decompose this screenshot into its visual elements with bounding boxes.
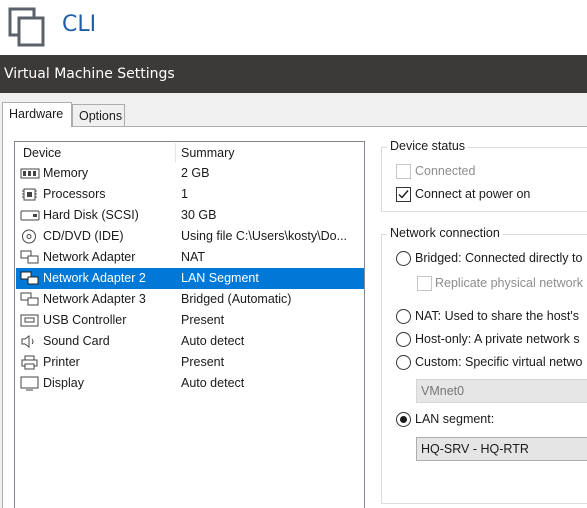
processor-icon [22,188,37,201]
device-row-hard-disk[interactable]: Hard Disk (SCSI) 30 GB [16,205,364,226]
cd-dvd-icon [22,229,36,244]
usb-icon [20,314,39,327]
device-name: Processors [43,187,106,201]
network-adapter-icon [20,271,39,285]
device-name: Hard Disk (SCSI) [43,208,139,222]
lan-segment-select[interactable]: HQ-SRV - HQ-RTR [416,437,587,461]
network-adapter-icon [20,250,39,264]
device-status-title: Device status [387,139,469,153]
device-summary: Bridged (Automatic) [181,292,292,306]
memory-icon [20,168,40,179]
device-name: Network Adapter [43,250,136,264]
device-row-network-adapter[interactable]: Network Adapter NAT [16,247,364,268]
device-summary: Using file C:\Users\kosty\Do... [181,229,348,243]
device-row-network-adapter-3[interactable]: Network Adapter 3 Bridged (Automatic) [16,289,364,310]
custom-radio[interactable] [396,355,411,370]
host-only-label: Host-only: A private network s [415,332,580,346]
device-summary: Auto detect [181,376,245,390]
device-name: CD/DVD (IDE) [43,229,124,243]
device-name: USB Controller [43,313,127,327]
device-summary: Auto detect [181,334,245,348]
device-row-printer[interactable]: Printer Present [16,352,364,373]
device-summary: LAN Segment [181,271,259,285]
device-status-group: Device status Connected Connect at power… [381,139,587,212]
app-title: CLI [62,12,97,37]
lan-segment-label: LAN segment: [415,412,495,426]
device-name: Network Adapter 2 [43,271,146,285]
device-name: Display [43,376,84,390]
device-name: Printer [43,355,80,369]
display-icon [20,376,39,391]
nat-radio[interactable] [396,309,411,324]
settings-window-body: Hardware Options Device Summary Memory 2… [0,93,587,508]
connected-checkbox[interactable] [396,164,411,179]
radio-selected-dot [400,416,407,423]
column-divider [175,143,176,162]
connect-at-power-on-label: Connect at power on [415,187,531,201]
device-name: Memory [43,166,89,180]
window-title: Virtual Machine Settings [4,66,175,82]
custom-network-select[interactable]: VMnet0 [416,379,587,403]
device-name: Sound Card [43,334,110,348]
device-row-display[interactable]: Display Auto detect [16,373,364,394]
device-summary: Present [181,355,225,369]
device-summary: 2 GB [181,166,210,180]
device-row-cd-dvd[interactable]: CD/DVD (IDE) Using file C:\Users\kosty\D… [16,226,364,247]
app-header: CLI [0,0,587,55]
connected-label: Connected [415,164,476,178]
replicate-physical-label: Replicate physical network [435,276,583,290]
custom-label: Custom: Specific virtual netwo [415,355,583,369]
printer-icon [21,355,38,370]
device-name: Network Adapter 3 [43,292,146,306]
tab-options[interactable]: Options [72,104,125,126]
lan-segment-radio[interactable] [396,412,411,427]
device-summary: Present [181,313,225,327]
device-row-usb-controller[interactable]: USB Controller Present [16,310,364,331]
bridged-label: Bridged: Connected directly to [415,251,583,265]
device-summary: 30 GB [181,208,217,222]
window-titlebar[interactable]: Virtual Machine Settings [0,55,587,93]
device-row-memory[interactable]: Memory 2 GB [16,163,364,184]
sound-card-icon [21,335,34,348]
device-summary: NAT [181,250,206,264]
device-row-processors[interactable]: Processors 1 [16,184,364,205]
nat-label: NAT: Used to share the host's [415,309,580,323]
vm-logo-icon [8,7,45,47]
device-row-network-adapter-2[interactable]: Network Adapter 2 LAN Segment [16,268,364,289]
column-header-summary[interactable]: Summary [181,146,234,160]
device-list-header: Device Summary [15,142,364,163]
host-only-radio[interactable] [396,332,411,347]
network-connection-group: Network connection Bridged: Connected di… [381,226,587,504]
device-summary: 1 [181,187,188,201]
replicate-physical-checkbox[interactable] [417,276,432,291]
network-adapter-icon [20,292,39,306]
network-connection-title: Network connection [387,226,503,240]
tab-hardware[interactable]: Hardware [2,102,72,127]
column-header-device[interactable]: Device [23,146,61,160]
device-list[interactable]: Device Summary Memory 2 GB Processors 1 … [14,141,365,508]
bridged-radio[interactable] [396,251,411,266]
device-row-sound-card[interactable]: Sound Card Auto detect [16,331,364,352]
connect-at-power-on-checkbox[interactable] [396,187,411,202]
checkmark-icon [398,190,409,199]
hard-disk-icon [20,210,40,221]
